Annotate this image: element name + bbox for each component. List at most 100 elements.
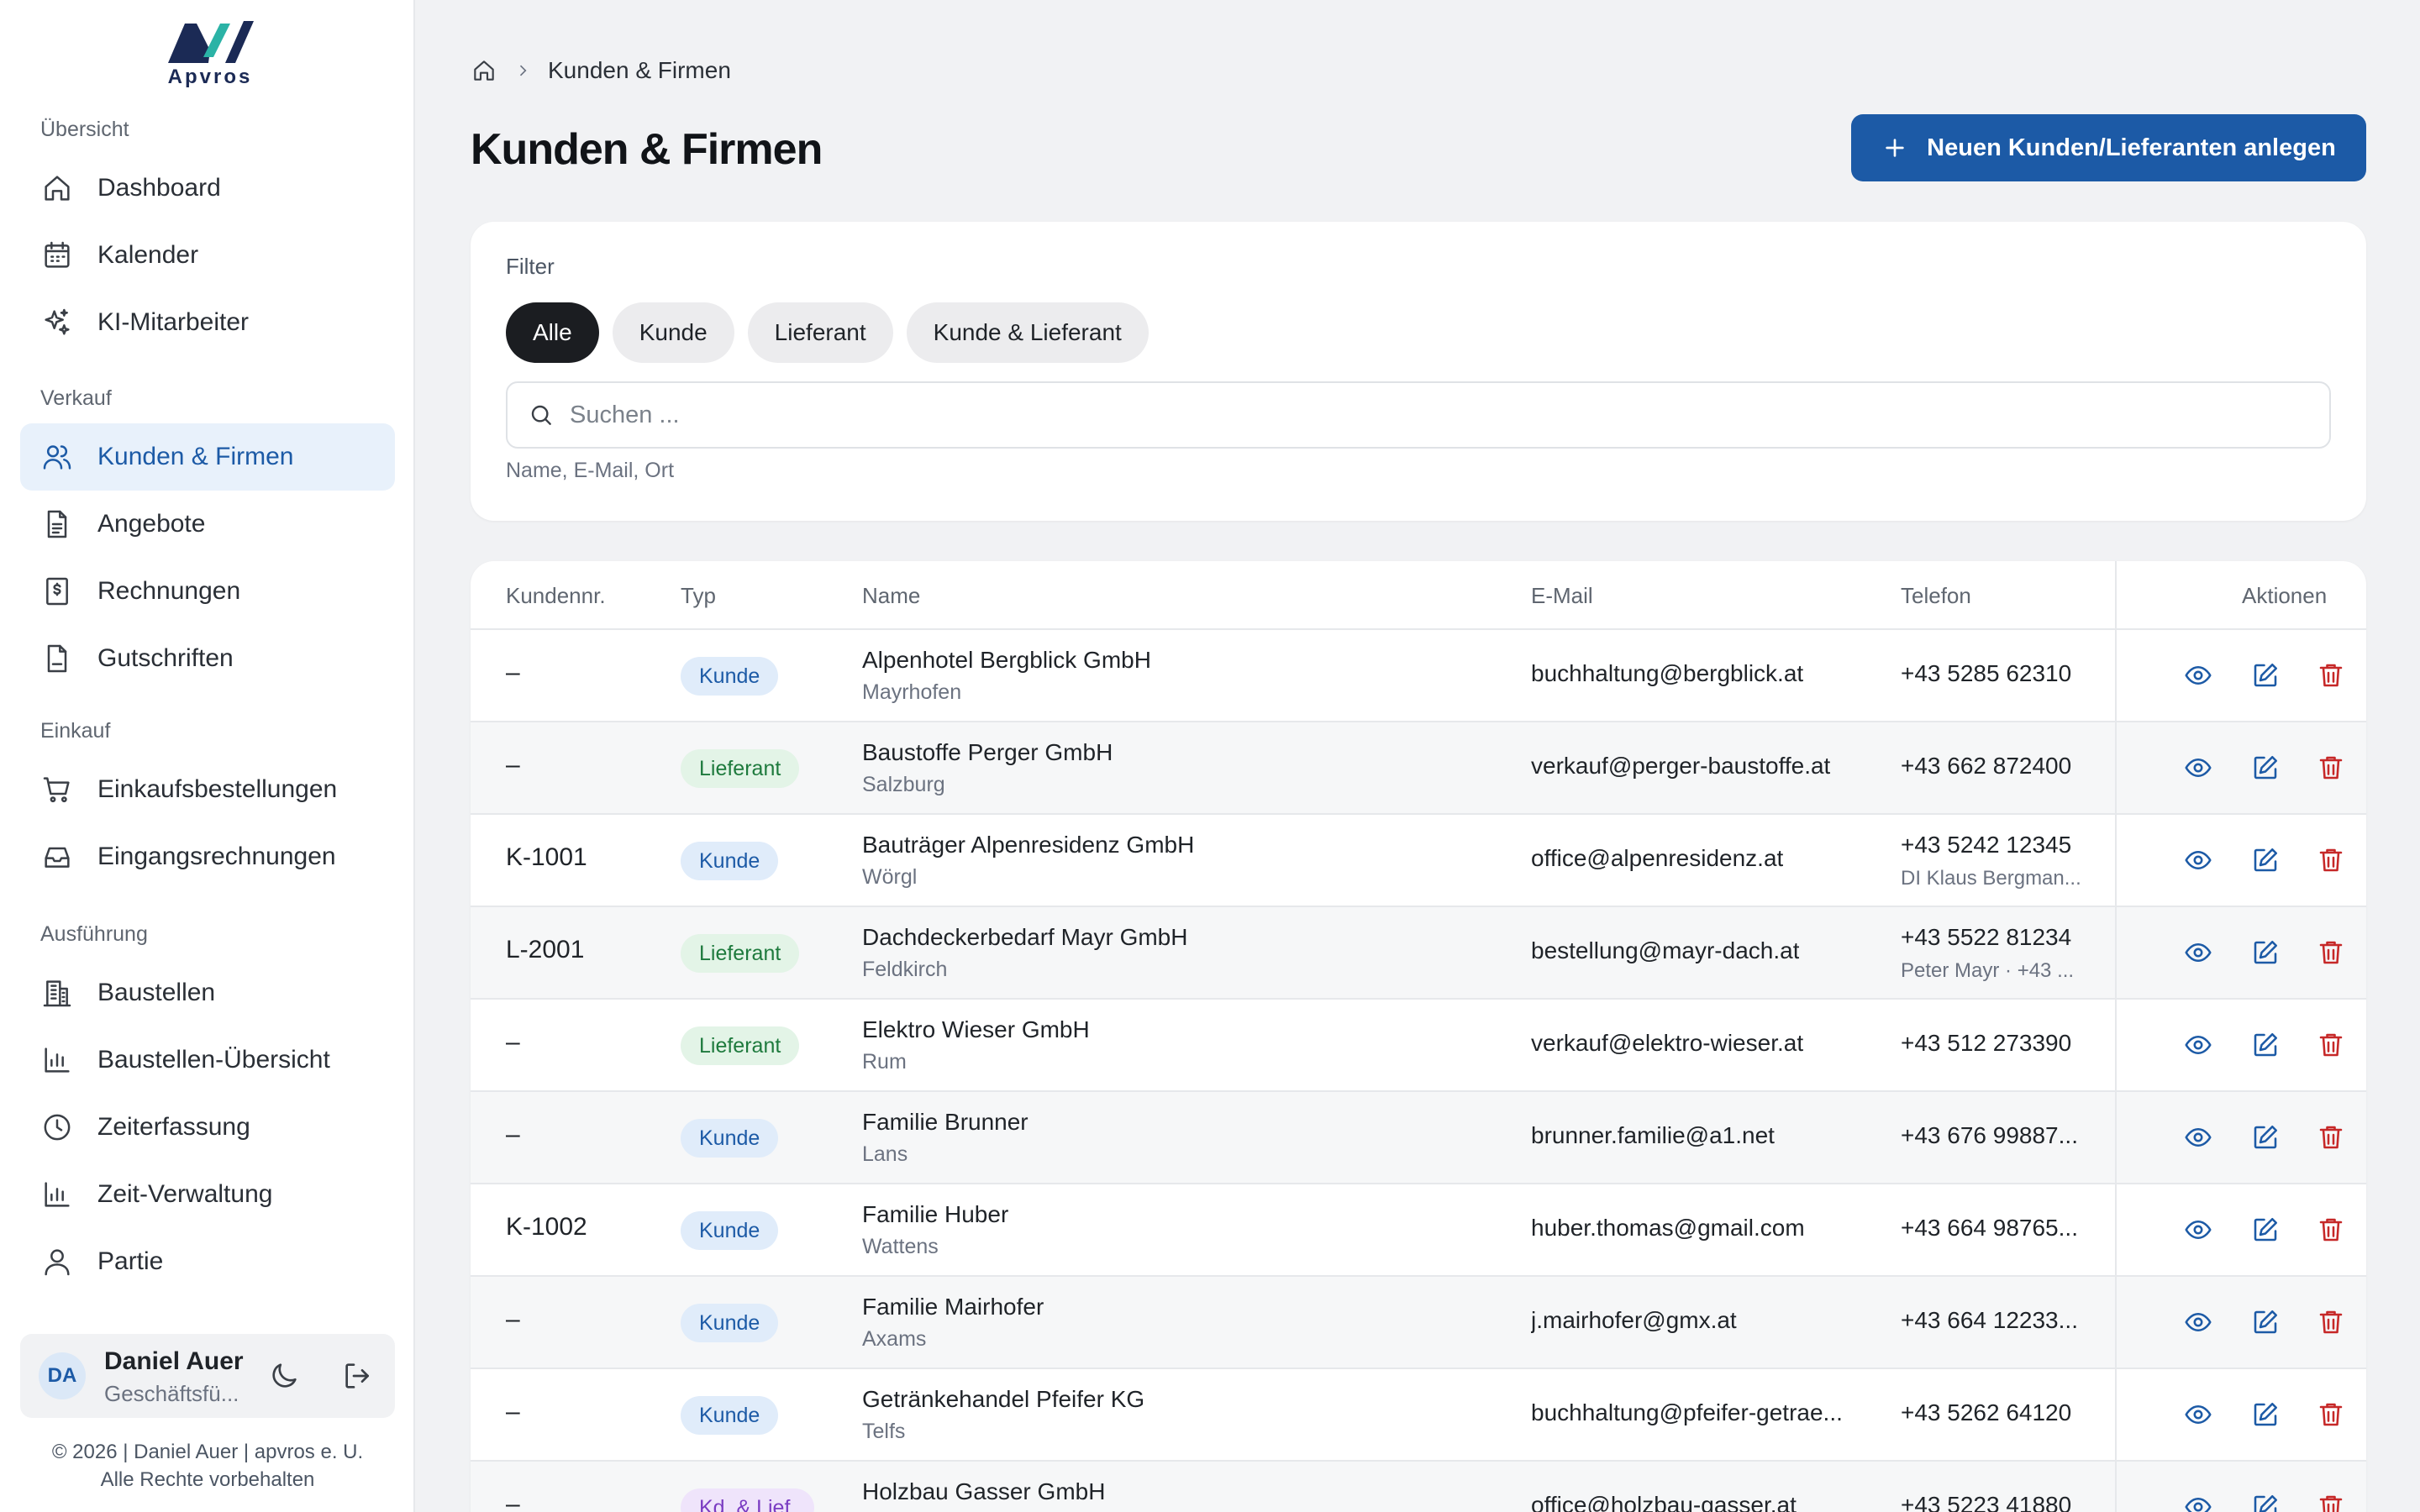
edit-pencil-icon[interactable] [2250, 1215, 2281, 1245]
sidebar-item-partie[interactable]: Partie [20, 1228, 395, 1295]
edit-pencil-icon[interactable] [2250, 937, 2281, 968]
table-row[interactable]: – Kunde Familie Mairhofer Axams j.mairhofer@… [471, 1277, 2366, 1369]
sidebar-item-baustellen-übersicht[interactable]: Baustellen-Übersicht [20, 1026, 395, 1094]
filter-chip-kunde-lieferant[interactable]: Kunde & Lieferant [906, 302, 1149, 363]
view-eye-icon[interactable] [2183, 1492, 2213, 1512]
delete-trash-icon[interactable] [2316, 1122, 2346, 1152]
sidebar-item-zeiterfassung[interactable]: Zeiterfassung [20, 1094, 395, 1161]
company-phone[interactable]: +43 5262 64120 [1901, 1399, 2071, 1426]
company-name[interactable]: Elektro Wieser GmbH [862, 1016, 1090, 1043]
header-knr[interactable]: Kundennr. [506, 583, 606, 609]
sidebar-item-kunden-firmen[interactable]: Kunden & Firmen [20, 423, 395, 491]
sidebar-item-eingangsrechnungen[interactable]: Eingangsrechnungen [20, 823, 395, 890]
company-name[interactable]: Familie Brunner [862, 1109, 1028, 1136]
company-name[interactable]: Baustoffe Perger GmbH [862, 739, 1113, 766]
apvros-logo[interactable]: Apvros [160, 17, 260, 89]
view-eye-icon[interactable] [2183, 845, 2213, 875]
company-name[interactable]: Getränkehandel Pfeifer KG [862, 1386, 1144, 1413]
table-row[interactable]: – Kunde Getränkehandel Pfeifer KG Telfs buch… [471, 1369, 2366, 1462]
table-row[interactable]: L-2001 Lieferant Dachdeckerbedarf Mayr Gmb… [471, 907, 2366, 1000]
view-eye-icon[interactable] [2183, 1030, 2213, 1060]
avatar[interactable]: DA [39, 1352, 86, 1399]
table-row[interactable]: – Lieferant Baustoffe Perger GmbH Salzburg v… [471, 722, 2366, 815]
home-icon[interactable] [471, 57, 497, 84]
delete-trash-icon[interactable] [2316, 1492, 2346, 1512]
company-email[interactable]: buchhaltung@bergblick.at [1531, 660, 1803, 687]
company-name[interactable]: Dachdeckerbedarf Mayr GmbH [862, 924, 1187, 951]
table-row[interactable]: – Lieferant Elektro Wieser GmbH Rum verkauf@… [471, 1000, 2366, 1092]
delete-trash-icon[interactable] [2316, 660, 2346, 690]
header-name[interactable]: Name [862, 583, 920, 609]
edit-pencil-icon[interactable] [2250, 1399, 2281, 1430]
sidebar-item-rechnungen[interactable]: Rechnungen [20, 558, 395, 625]
company-phone[interactable]: +43 5223 41880 [1901, 1492, 2071, 1512]
company-phone[interactable]: +43 5285 62310 [1901, 660, 2071, 687]
view-eye-icon[interactable] [2183, 1122, 2213, 1152]
edit-pencil-icon[interactable] [2250, 1122, 2281, 1152]
company-email[interactable]: office@alpenresidenz.at [1531, 845, 1783, 872]
company-email[interactable]: buchhaltung@pfeifer-getrae... [1531, 1399, 1843, 1426]
filter-chip-kunde[interactable]: Kunde [612, 302, 734, 363]
create-customer-button[interactable]: Neuen Kunden/Lieferanten anlegen [1851, 114, 2366, 181]
company-email[interactable]: huber.thomas@gmail.com [1531, 1215, 1805, 1242]
sidebar-item-baustellen[interactable]: Baustellen [20, 959, 395, 1026]
delete-trash-icon[interactable] [2316, 1399, 2346, 1430]
company-name[interactable]: Familie Huber [862, 1201, 1008, 1228]
edit-pencil-icon[interactable] [2250, 660, 2281, 690]
delete-trash-icon[interactable] [2316, 845, 2346, 875]
delete-trash-icon[interactable] [2316, 1307, 2346, 1337]
delete-trash-icon[interactable] [2316, 753, 2346, 783]
company-email[interactable]: bestellung@mayr-dach.at [1531, 937, 1799, 964]
view-eye-icon[interactable] [2183, 1215, 2213, 1245]
search-box[interactable] [506, 381, 2331, 449]
company-phone[interactable]: +43 5242 12345 [1901, 832, 2071, 858]
sidebar-item-angebote[interactable]: Angebote [20, 491, 395, 558]
sidebar-item-zeit-verwaltung[interactable]: Zeit-Verwaltung [20, 1161, 395, 1228]
company-email[interactable]: j.mairhofer@gmx.at [1531, 1307, 1737, 1334]
delete-trash-icon[interactable] [2316, 1030, 2346, 1060]
company-email[interactable]: office@holzbau-gasser.at [1531, 1492, 1797, 1512]
dark-mode-toggle-icon[interactable] [267, 1359, 301, 1393]
breadcrumb-current[interactable]: Kunden & Firmen [548, 57, 731, 84]
company-email[interactable]: brunner.familie@a1.net [1531, 1122, 1775, 1149]
search-input[interactable] [570, 401, 2250, 429]
company-name[interactable]: Familie Mairhofer [862, 1294, 1044, 1320]
company-name[interactable]: Alpenhotel Bergblick GmbH [862, 647, 1151, 674]
company-phone[interactable]: +43 512 273390 [1901, 1030, 2071, 1057]
edit-pencil-icon[interactable] [2250, 1307, 2281, 1337]
filter-chip-lieferant[interactable]: Lieferant [747, 302, 893, 363]
company-phone[interactable]: +43 676 99887... [1901, 1122, 2078, 1149]
delete-trash-icon[interactable] [2316, 937, 2346, 968]
company-phone[interactable]: +43 662 872400 [1901, 753, 2071, 780]
table-row[interactable]: K-1001 Kunde Bauträger Alpenresidenz GmbH W… [471, 815, 2366, 907]
filter-chip-alle[interactable]: Alle [506, 302, 599, 363]
header-email[interactable]: E-Mail [1531, 583, 1593, 609]
view-eye-icon[interactable] [2183, 753, 2213, 783]
edit-pencil-icon[interactable] [2250, 1492, 2281, 1512]
view-eye-icon[interactable] [2183, 937, 2213, 968]
header-typ[interactable]: Typ [681, 583, 716, 609]
sidebar-item-dashboard[interactable]: Dashboard [20, 155, 395, 222]
edit-pencil-icon[interactable] [2250, 845, 2281, 875]
company-email[interactable]: verkauf@perger-baustoffe.at [1531, 753, 1830, 780]
header-telefon[interactable]: Telefon [1901, 583, 1971, 609]
company-email[interactable]: verkauf@elektro-wieser.at [1531, 1030, 1803, 1057]
company-name[interactable]: Bauträger Alpenresidenz GmbH [862, 832, 1194, 858]
view-eye-icon[interactable] [2183, 1307, 2213, 1337]
edit-pencil-icon[interactable] [2250, 1030, 2281, 1060]
sidebar-item-kalender[interactable]: Kalender [20, 222, 395, 289]
company-phone[interactable]: +43 664 12233... [1901, 1307, 2078, 1334]
sidebar-item-einkaufsbestellungen[interactable]: Einkaufsbestellungen [20, 756, 395, 823]
delete-trash-icon[interactable] [2316, 1215, 2346, 1245]
company-phone[interactable]: +43 5522 81234 [1901, 924, 2071, 951]
table-row[interactable]: K-1002 Kunde Familie Huber Wattens huber.tho… [471, 1184, 2366, 1277]
view-eye-icon[interactable] [2183, 1399, 2213, 1430]
sidebar-item-gutschriften[interactable]: Gutschriften [20, 625, 395, 692]
company-name[interactable]: Holzbau Gasser GmbH [862, 1478, 1105, 1505]
table-row[interactable]: – Kunde Familie Brunner Lans brunner.familie… [471, 1092, 2366, 1184]
logout-icon[interactable] [341, 1359, 375, 1393]
company-phone[interactable]: +43 664 98765... [1901, 1215, 2078, 1242]
edit-pencil-icon[interactable] [2250, 753, 2281, 783]
sidebar-item-ki-mitarbeiter[interactable]: KI-Mitarbeiter [20, 289, 395, 356]
table-row[interactable]: – Kunde Alpenhotel Bergblick GmbH Mayrhofen… [471, 630, 2366, 722]
